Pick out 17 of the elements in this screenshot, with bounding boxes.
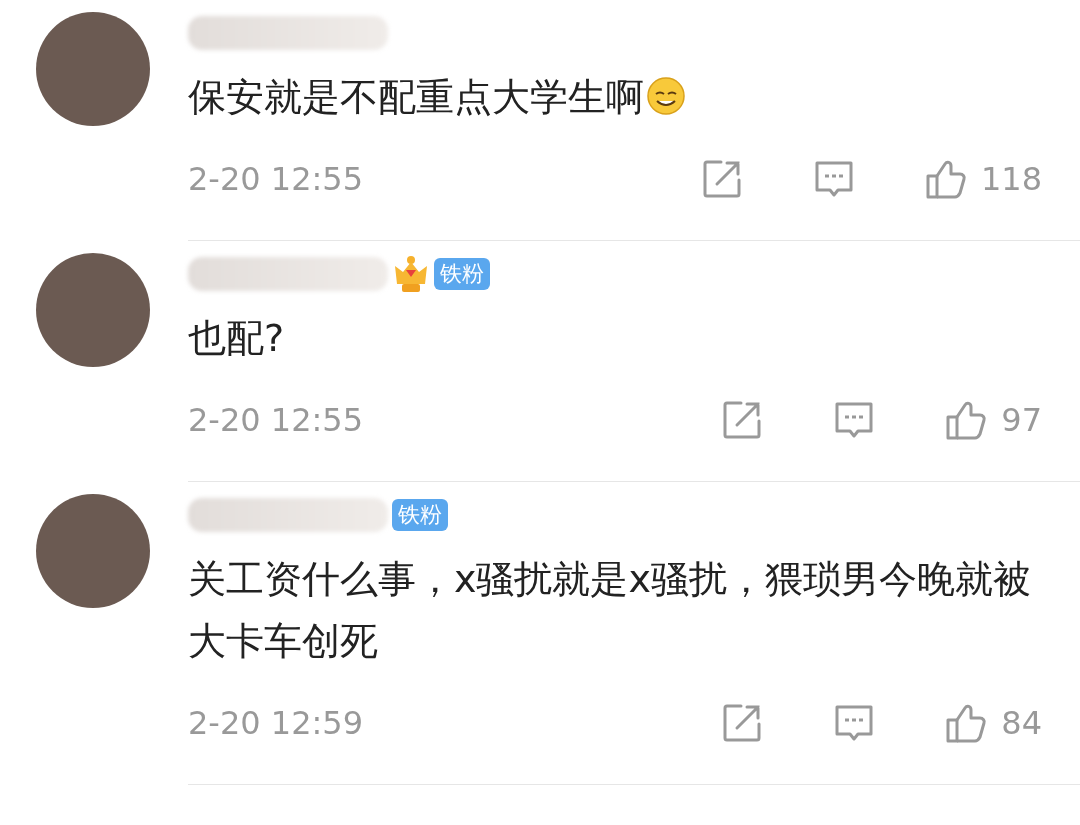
share-icon[interactable] <box>721 702 764 744</box>
timestamp: 2-20 12:55 <box>188 159 363 200</box>
fan-badge: 铁粉 <box>392 499 448 531</box>
share-icon[interactable] <box>721 399 764 441</box>
fan-badge: 铁粉 <box>434 258 490 290</box>
thumbs-up-icon[interactable] <box>945 399 988 441</box>
comment-text: 关工资什么事，x骚扰就是x骚扰，猥琐男今晚就被大卡车创死 <box>188 557 1031 663</box>
timestamp: 2-20 12:59 <box>188 703 363 744</box>
thumbs-up-icon[interactable] <box>945 702 988 744</box>
like-count: 84 <box>1001 703 1042 744</box>
timestamp: 2-20 12:55 <box>188 400 363 441</box>
like-count: 118 <box>980 159 1042 200</box>
thumbs-up-icon[interactable] <box>924 158 967 200</box>
crown-badge-icon <box>392 254 430 294</box>
comment-text: 也配? <box>188 316 285 360</box>
like-count: 97 <box>1001 400 1042 441</box>
comment-text: 保安就是不配重点大学生啊 <box>188 75 644 119</box>
